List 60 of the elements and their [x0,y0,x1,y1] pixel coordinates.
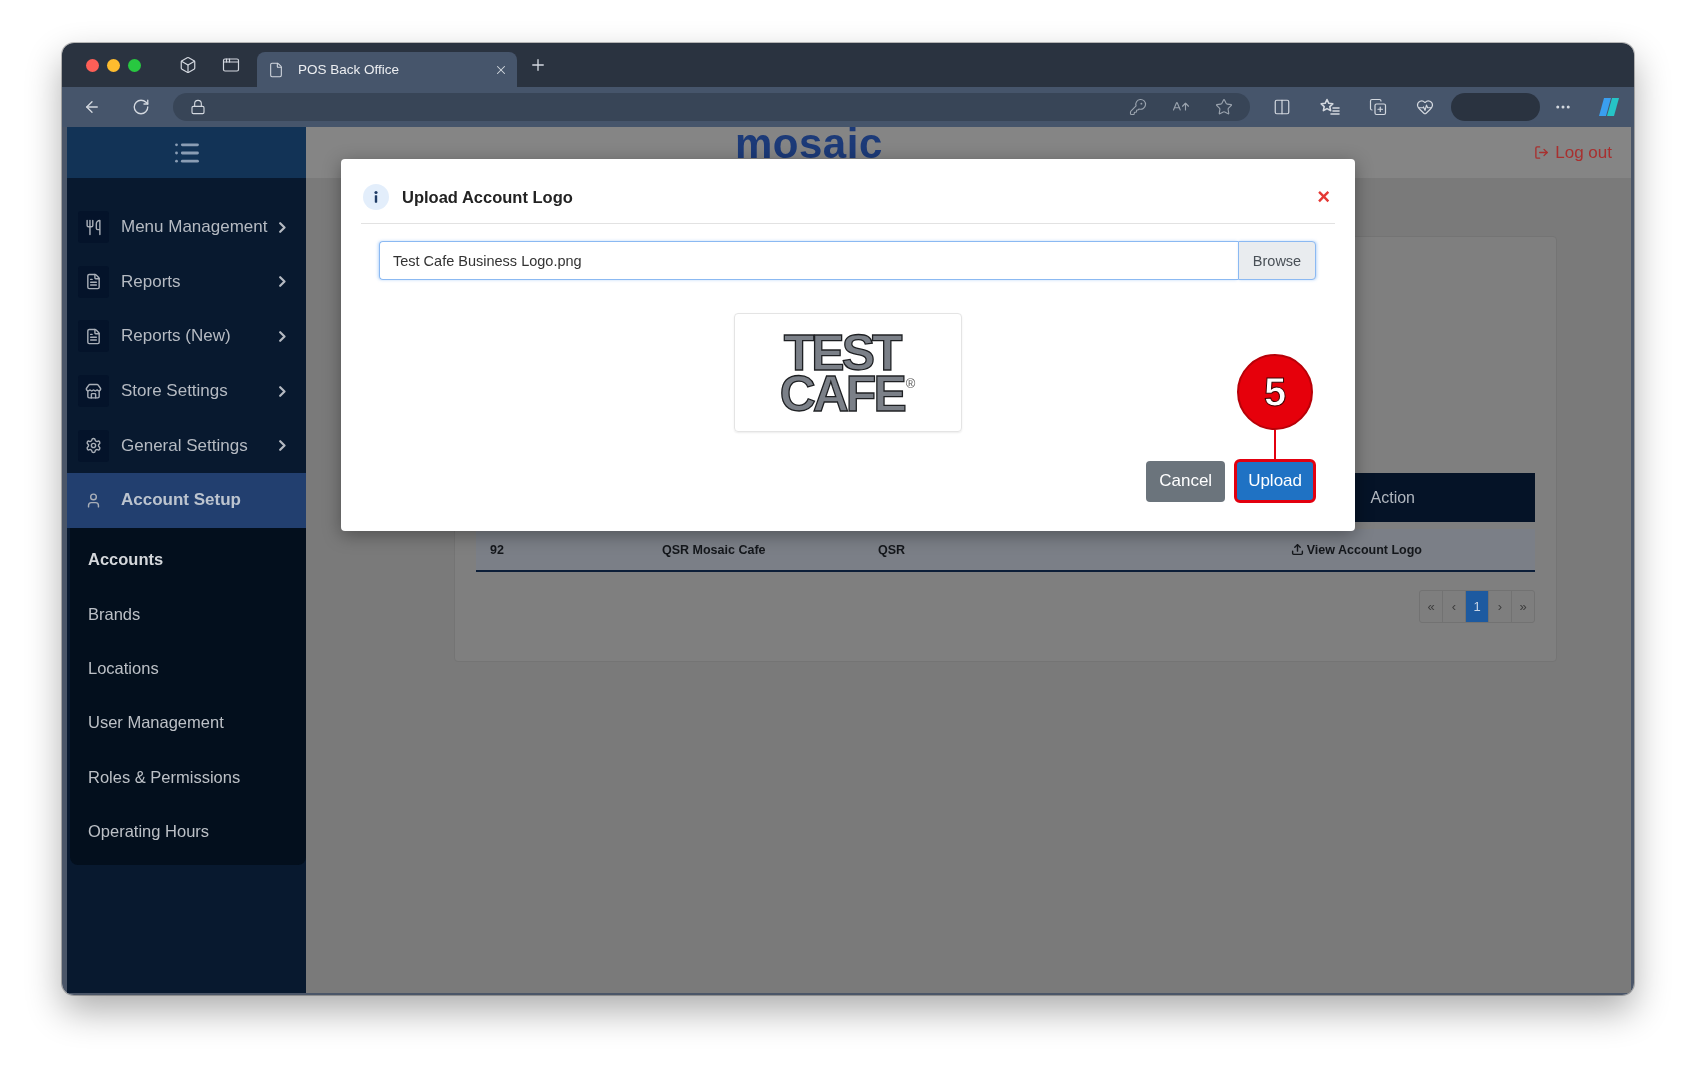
sidebar-item[interactable]: Reports [67,254,306,310]
submenu-item[interactable]: Operating Hours [70,804,306,859]
step-callout: 5 [1237,354,1314,430]
logout-icon [1534,145,1550,160]
gradient-logo-icon[interactable] [1598,97,1620,117]
submenu-item[interactable]: Roles & Permissions [70,750,306,805]
chevron-right-icon [279,276,286,288]
registered-mark: ® [905,377,916,390]
window-minimize-icon[interactable] [107,58,120,72]
heart-pulse-icon[interactable] [1416,98,1434,116]
chevron-right-icon [279,440,286,452]
reload-icon[interactable] [132,98,150,116]
sidebar-item[interactable]: Account Setup [67,472,306,528]
document-icon [78,265,109,298]
page-button[interactable]: 1 [1465,590,1489,623]
table-cell-text: 92 [489,542,505,557]
info-icon [363,184,389,210]
key-icon[interactable] [1129,98,1147,116]
cube-icon[interactable] [179,56,197,74]
sidebar-item[interactable]: General Settings [67,418,306,473]
store-icon [78,375,109,408]
logo-wordmark: TEST CAFE [779,333,904,415]
modal-title: Upload Account Logo [402,187,573,207]
callout-leader-line [1274,430,1277,459]
table-cell-text: QSR Mosaic Cafe [661,542,767,557]
submenu-item[interactable]: Accounts [70,532,306,587]
address-field[interactable] [173,93,1250,121]
cancel-button[interactable]: Cancel [1146,460,1226,502]
sidebar-item[interactable]: Menu Management [67,200,306,255]
sidebar-item[interactable]: Store Settings [67,363,306,419]
document-icon [78,320,109,353]
window-zoom-icon[interactable] [128,58,141,72]
window-icon[interactable] [222,56,240,74]
table-cell-text: QSR [877,542,907,557]
chevron-right-icon [279,221,287,233]
document-icon [268,61,284,78]
plus-icon[interactable] [529,56,547,74]
submenu-item[interactable]: Brands [70,586,306,642]
utensils-icon [78,211,109,244]
star-icon[interactable] [1215,98,1233,116]
close-button[interactable]: × [1317,187,1330,207]
chevron-right-icon [279,331,286,342]
window-close-icon[interactable] [86,58,99,72]
view-logo-link[interactable]: View Account Logo [1290,542,1422,557]
browse-button[interactable]: Browse [1238,241,1316,280]
sidebar-item[interactable]: Reports (New) [67,309,306,364]
submenu-item[interactable]: Locations [70,641,306,696]
file-input-field[interactable]: Test Cafe Business Logo.png [379,241,1238,280]
settings-icon [78,429,109,462]
submenu-item[interactable]: User Management [70,695,306,751]
split-view-icon[interactable] [1273,98,1291,116]
browser-tab[interactable]: POS Back Office [257,52,517,87]
brand-logo: mosaic [735,129,883,159]
upload-icon [1290,543,1304,556]
column-header: Action [1370,488,1415,507]
lock-icon [190,99,206,115]
upload-button[interactable]: Upload [1234,459,1316,503]
star-list-icon[interactable] [1320,98,1340,116]
chevron-right-icon [279,385,286,397]
copy-plus-icon[interactable] [1369,98,1387,116]
